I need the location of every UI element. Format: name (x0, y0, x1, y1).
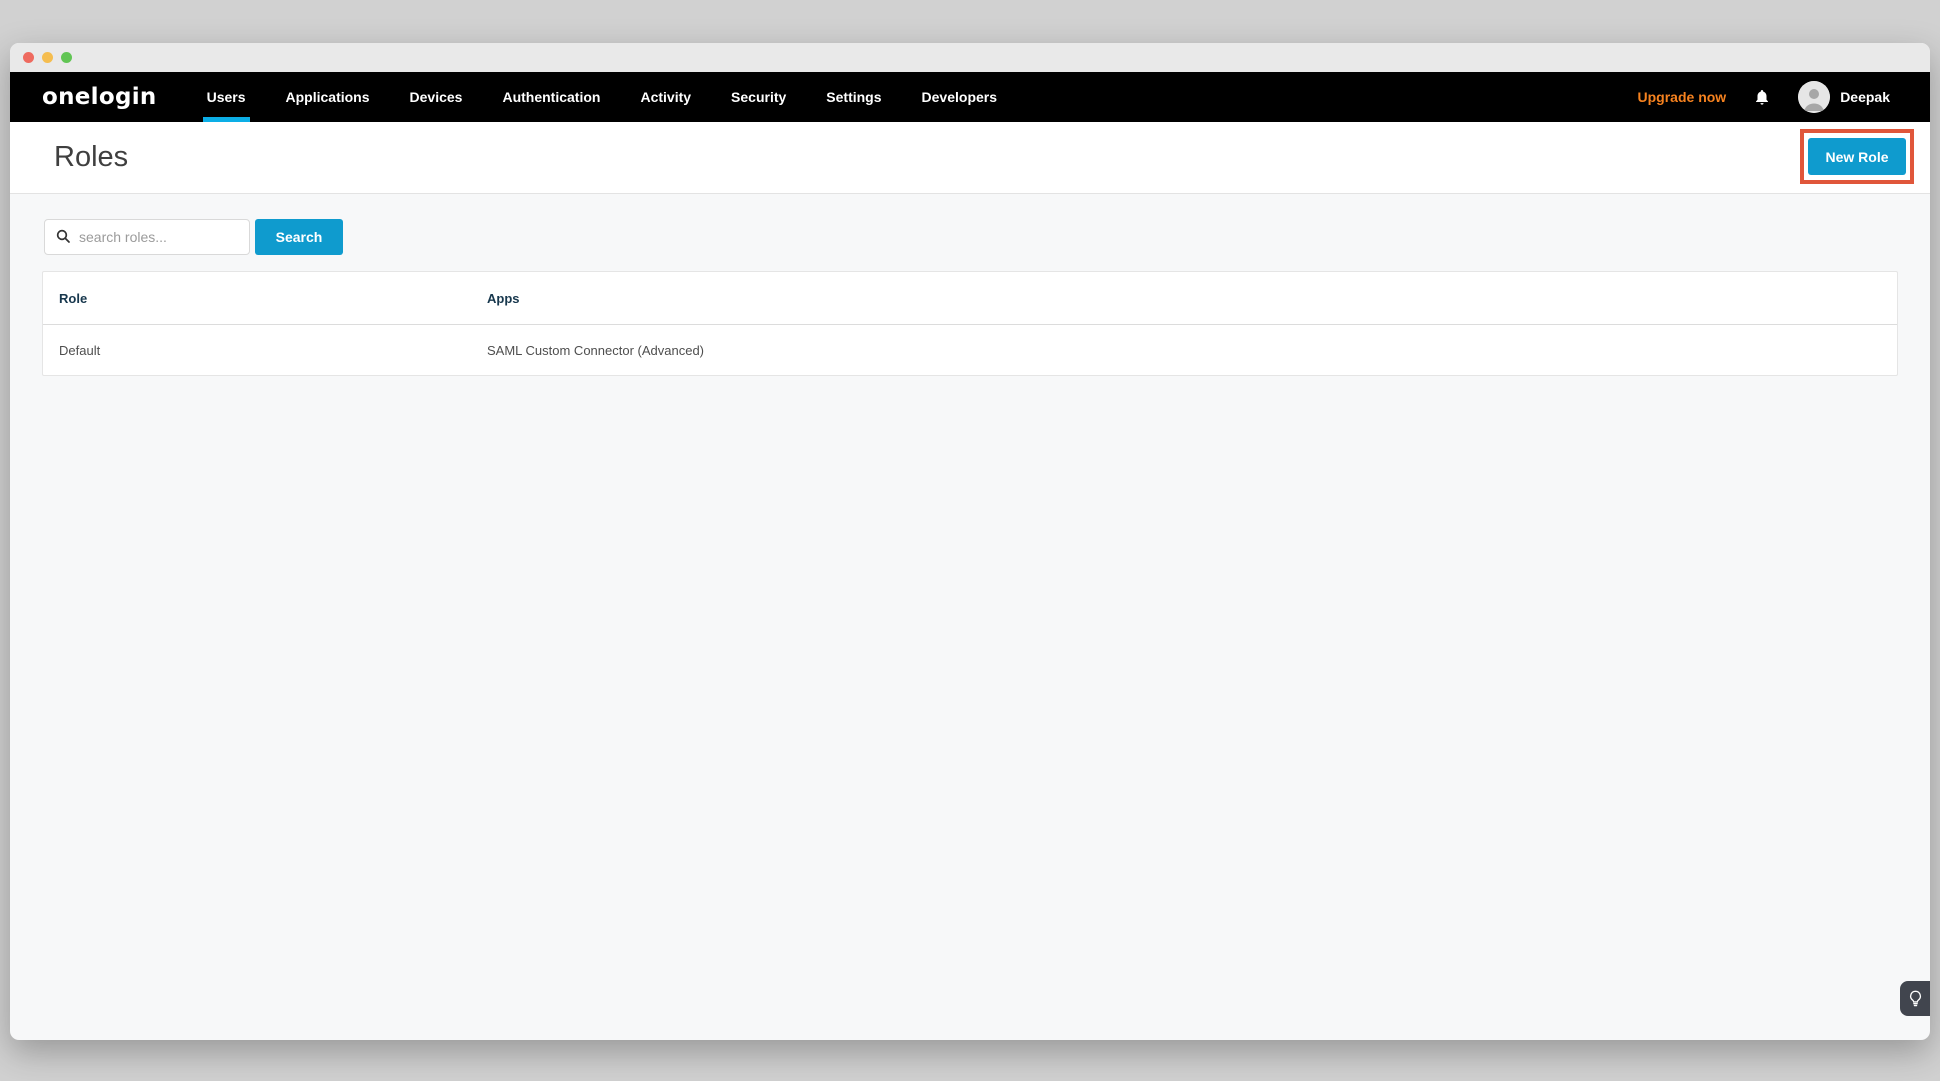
nav-item-developers[interactable]: Developers (922, 72, 997, 122)
role-name-cell: Default (43, 343, 487, 358)
search-icon (55, 228, 71, 244)
nav-item-label: Activity (640, 89, 691, 105)
zoom-window-button[interactable] (61, 52, 72, 63)
nav-item-security[interactable]: Security (731, 72, 786, 122)
new-role-button[interactable]: New Role (1808, 138, 1906, 175)
nav-item-devices[interactable]: Devices (410, 72, 463, 122)
nav-item-applications[interactable]: Applications (286, 72, 370, 122)
top-navbar: onelogin Users Applications Devices Auth… (10, 72, 1930, 122)
nav-item-label: Settings (826, 89, 881, 105)
primary-nav: Users Applications Devices Authenticatio… (207, 72, 997, 122)
table-row[interactable]: Default SAML Custom Connector (Advanced) (43, 325, 1897, 375)
search-button[interactable]: Search (255, 219, 343, 255)
help-lightbulb-icon (1909, 990, 1922, 1007)
help-lightbulb-button[interactable] (1900, 981, 1930, 1016)
upgrade-now-link[interactable]: Upgrade now (1638, 89, 1727, 105)
navbar-right-section: Upgrade now Deepak (1638, 81, 1890, 113)
roles-toolbar: Search (44, 219, 1930, 255)
nav-item-label: Developers (922, 89, 997, 105)
desktop: onelogin Users Applications Devices Auth… (0, 0, 1940, 1081)
nav-item-label: Security (731, 89, 786, 105)
roles-table-header: Role Apps (43, 272, 1897, 325)
browser-window: onelogin Users Applications Devices Auth… (10, 43, 1930, 1040)
user-name-label: Deepak (1840, 89, 1890, 105)
nav-item-label: Users (207, 89, 246, 105)
page-header: Roles New Role (10, 122, 1930, 194)
notification-bell-icon[interactable] (1753, 88, 1771, 107)
search-field-wrapper (44, 219, 250, 255)
user-avatar (1798, 81, 1830, 113)
nav-item-authentication[interactable]: Authentication (502, 72, 600, 122)
minimize-window-button[interactable] (42, 52, 53, 63)
user-menu[interactable]: Deepak (1798, 81, 1890, 113)
page-title: Roles (54, 141, 128, 174)
nav-item-activity[interactable]: Activity (640, 72, 691, 122)
nav-item-users[interactable]: Users (207, 72, 246, 122)
onelogin-logo[interactable]: onelogin (42, 84, 157, 110)
window-titlebar (10, 43, 1930, 72)
annotation-highlight-box: New Role (1800, 129, 1914, 184)
nav-item-label: Applications (286, 89, 370, 105)
close-window-button[interactable] (23, 52, 34, 63)
nav-item-settings[interactable]: Settings (826, 72, 881, 122)
page-content: Search Role Apps Default SAML Custom Con… (10, 194, 1930, 1040)
column-header-role: Role (43, 291, 487, 306)
nav-item-label: Devices (410, 89, 463, 105)
roles-table: Role Apps Default SAML Custom Connector … (42, 271, 1898, 376)
search-roles-input[interactable] (44, 219, 250, 255)
column-header-apps: Apps (487, 291, 1897, 306)
nav-item-label: Authentication (502, 89, 600, 105)
role-apps-cell: SAML Custom Connector (Advanced) (487, 343, 1897, 358)
